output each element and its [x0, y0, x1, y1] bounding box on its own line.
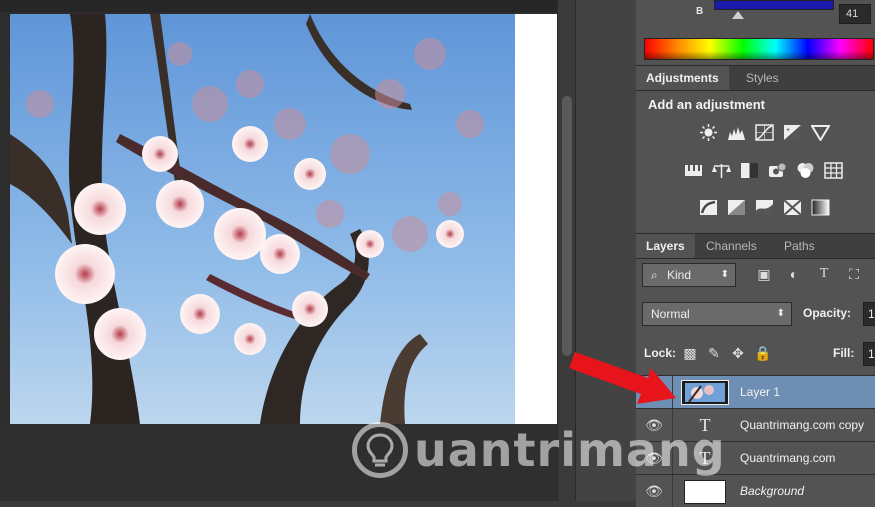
eye-icon: 👁 — [645, 482, 663, 499]
updown-arrows-icon: ⬍ — [720, 269, 729, 280]
channel-slider-track[interactable] — [714, 0, 834, 10]
layer-name[interactable]: Quantrimang.com copy — [740, 409, 875, 441]
vibrance-icon[interactable] — [811, 124, 830, 141]
visibility-toggle[interactable] — [636, 376, 673, 408]
layer-thumbnail — [680, 380, 730, 405]
visibility-toggle[interactable]: 👁 — [636, 475, 673, 507]
adjustment-icons-row-1: + — [699, 124, 830, 141]
updown-arrows-icon: ⬍ — [776, 308, 785, 319]
layer-filter-bar: ⌕ Kind ⬍ ▣ ◐ T ⛶ — [642, 263, 870, 287]
search-icon: ⌕ — [651, 268, 658, 282]
opacity-input[interactable]: 1 — [863, 302, 875, 326]
tab-layers[interactable]: Layers — [636, 234, 695, 258]
shape-layer-filter-icon[interactable]: ⛶ — [846, 266, 862, 282]
fill-input[interactable]: 1 — [863, 342, 875, 366]
fill-label: Fill: — [833, 346, 855, 360]
pixel-layer-filter-icon[interactable]: ▣ — [756, 266, 772, 282]
svg-text:+: + — [786, 127, 790, 134]
cherry-blossom-photo — [10, 14, 515, 424]
opacity-value: 1 — [868, 307, 875, 321]
layers-tabbar: Layers Channels Paths — [636, 233, 875, 259]
black-white-icon[interactable] — [740, 162, 759, 179]
opacity-label: Opacity: — [803, 306, 852, 320]
color-lookup-icon[interactable] — [824, 162, 843, 179]
tab-paths[interactable]: Paths — [774, 234, 825, 258]
document-photo[interactable] — [10, 14, 515, 424]
invert-icon[interactable] — [699, 199, 718, 216]
white-thumbnail — [684, 479, 726, 504]
brightness-contrast-icon[interactable] — [699, 124, 718, 141]
adjustment-layer-filter-icon[interactable]: ◐ — [786, 266, 802, 282]
adjustments-heading: Add an adjustment — [648, 97, 766, 112]
color-panel: B 41 — [636, 0, 875, 65]
canvas-white-area — [515, 14, 557, 424]
layer-name[interactable]: Layer 1 — [740, 376, 875, 408]
blend-mode-value: Normal — [651, 307, 690, 321]
color-spectrum-bar[interactable] — [644, 38, 874, 60]
hue-saturation-icon[interactable] — [684, 162, 703, 179]
threshold-icon[interactable] — [755, 199, 774, 216]
watermark-text: uantrimang — [414, 423, 726, 477]
layer-row-layer-1[interactable]: Layer 1 — [636, 375, 875, 408]
adjustments-tabbar: Adjustments Styles — [636, 65, 875, 91]
color-balance-icon[interactable] — [712, 162, 731, 179]
background-thumbnail — [680, 479, 730, 504]
photo-filter-icon[interactable] — [768, 162, 787, 179]
blend-mode-select[interactable]: Normal ⬍ — [642, 302, 792, 326]
layer-name[interactable]: Quantrimang.com — [740, 442, 875, 474]
filter-kind-select[interactable]: ⌕ Kind ⬍ — [642, 263, 736, 287]
tab-styles[interactable]: Styles — [736, 66, 789, 90]
type-layer-filter-icon[interactable]: T — [816, 266, 832, 282]
adjustment-icons-row-3 — [699, 199, 830, 216]
layer-name[interactable]: Background — [740, 475, 875, 507]
tab-adjustments[interactable]: Adjustments — [636, 66, 729, 90]
lightbulb-logo-icon — [352, 422, 408, 478]
adjustment-icons-row-2 — [684, 162, 843, 179]
selective-color-icon[interactable] — [783, 199, 802, 216]
channel-mixer-icon[interactable] — [796, 162, 815, 179]
gradient-map-icon[interactable] — [811, 199, 830, 216]
layer-row-background[interactable]: 👁 Background — [636, 474, 875, 507]
fill-value: 1 — [868, 347, 875, 361]
levels-icon[interactable] — [727, 124, 746, 141]
lock-position-icon[interactable]: ✥ — [730, 345, 746, 361]
image-thumbnail-icon — [681, 380, 729, 405]
exposure-icon[interactable]: + — [783, 124, 802, 141]
filter-kind-label: Kind — [667, 268, 692, 282]
scrollbar-thumb[interactable] — [562, 96, 572, 356]
tab-channels[interactable]: Channels — [696, 234, 767, 258]
lock-all-icon[interactable]: 🔒 — [754, 345, 771, 361]
lock-label: Lock: — [644, 346, 677, 360]
watermark: uantrimang — [352, 422, 726, 478]
lock-transparent-pixels-icon[interactable]: ▩ — [682, 345, 698, 361]
lock-image-pixels-icon[interactable]: ✎ — [706, 345, 722, 361]
document-top-bar — [0, 0, 575, 12]
posterize-icon[interactable] — [727, 199, 746, 216]
channel-slider-thumb[interactable] — [732, 11, 744, 19]
curves-icon[interactable] — [755, 124, 774, 141]
channel-value-input[interactable]: 41 — [839, 4, 871, 24]
channel-label: B — [696, 6, 704, 17]
